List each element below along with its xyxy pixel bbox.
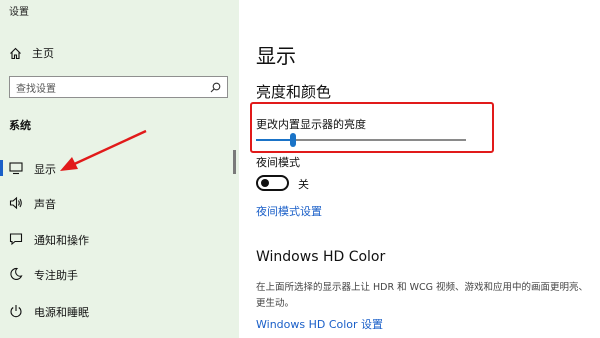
system-section-label: 系统 <box>9 119 31 132</box>
sidebar-item-label: 电源和睡眠 <box>34 306 89 319</box>
main-content: 显示 亮度和颜色 更改内置显示器的亮度 夜间模式 关 夜间模式设置 Window… <box>239 0 600 338</box>
sidebar-item-focus-assist[interactable]: 专注助手 <box>0 261 239 287</box>
slider-fill <box>256 139 290 141</box>
brightness-label: 更改内置显示器的亮度 <box>256 118 366 131</box>
hd-color-settings-link[interactable]: Windows HD Color 设置 <box>256 316 383 332</box>
sidebar-item-power-sleep[interactable]: 电源和睡眠 <box>0 298 239 324</box>
notification-icon <box>9 233 23 246</box>
hd-color-heading: Windows HD Color <box>256 249 386 265</box>
night-light-settings-link[interactable]: 夜间模式设置 <box>256 203 322 219</box>
brightness-slider[interactable] <box>256 133 466 147</box>
search-placeholder: 查找设置 <box>16 83 56 95</box>
window-title: 设置 <box>9 7 29 18</box>
slider-thumb[interactable] <box>290 133 296 147</box>
night-light-label: 夜间模式 <box>256 156 300 169</box>
moon-icon <box>10 267 23 280</box>
search-input[interactable]: 查找设置 <box>9 76 228 98</box>
search-icon[interactable] <box>210 82 221 93</box>
night-light-toggle[interactable] <box>256 175 289 191</box>
brightness-color-heading: 亮度和颜色 <box>256 83 332 101</box>
home-nav-item[interactable]: 主页 <box>9 44 54 62</box>
sidebar-item-sound[interactable]: 声音 <box>0 190 239 216</box>
page-title: 显示 <box>256 44 296 68</box>
sidebar-item-label: 专注助手 <box>34 269 78 282</box>
power-icon <box>10 305 22 318</box>
sidebar-scrollbar[interactable] <box>233 150 236 174</box>
sidebar-item-label: 通知和操作 <box>34 234 89 247</box>
hd-color-description: 在上面所选择的显示器上让 HDR 和 WCG 视频、游戏和应用中的画面更明亮、更… <box>256 282 589 309</box>
home-icon <box>10 47 21 59</box>
sidebar-item-label: 声音 <box>34 198 56 211</box>
sidebar: 设置 主页 查找设置 系统 显示 声音 通知和操作 专注助手 电源和睡眠 <box>0 0 239 338</box>
sidebar-item-display[interactable]: 显示 <box>0 155 239 181</box>
slider-track <box>296 139 466 141</box>
sidebar-item-notifications[interactable]: 通知和操作 <box>0 226 239 252</box>
speaker-icon <box>9 196 22 210</box>
sidebar-item-label: 显示 <box>34 163 56 176</box>
toggle-knob <box>261 179 269 187</box>
home-label: 主页 <box>32 47 54 60</box>
toggle-state-text: 关 <box>298 178 309 191</box>
monitor-icon <box>9 162 23 175</box>
